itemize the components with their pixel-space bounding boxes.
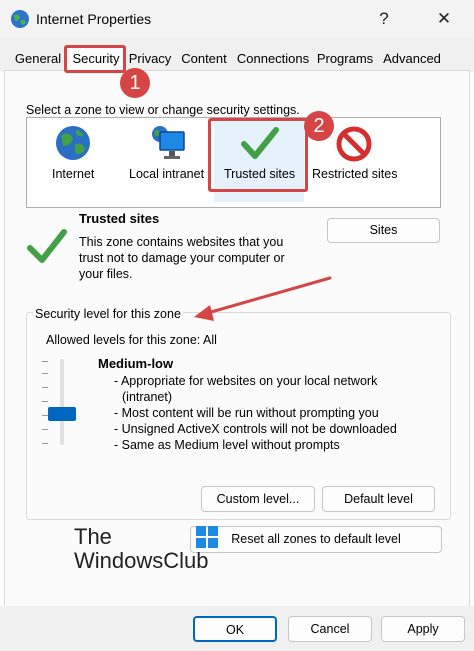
- slider-thumb[interactable]: [48, 407, 76, 422]
- zone-restricted-sites-label: Restricted sites: [312, 167, 398, 181]
- slider-tick: [42, 429, 48, 430]
- security-level-name: Medium-low: [98, 356, 174, 371]
- slider-tick: [42, 387, 48, 388]
- annotation-step-1: 1: [120, 68, 150, 98]
- annotation-arrow: [194, 276, 332, 321]
- slider-tick: [42, 401, 48, 402]
- tab-content[interactable]: Content: [178, 48, 230, 70]
- security-level-slider[interactable]: [36, 357, 88, 449]
- tab-programs[interactable]: Programs: [314, 48, 376, 70]
- help-button[interactable]: ?: [364, 4, 404, 34]
- internet-globe-icon: [10, 9, 30, 29]
- security-desc-line: - Most content will be run without promp…: [114, 406, 379, 420]
- globe-icon: [54, 124, 92, 165]
- reset-all-zones-button[interactable]: Reset all zones to default level: [190, 526, 442, 553]
- zone-local-intranet-label: Local intranet: [129, 167, 205, 181]
- security-desc-line: - Appropriate for websites on your local…: [114, 374, 378, 388]
- apply-button[interactable]: Apply: [381, 616, 465, 642]
- allowed-levels-label: Allowed levels for this zone: All: [46, 333, 217, 347]
- watermark-line: WindowsClub: [74, 548, 209, 573]
- security-desc-line: - Unsigned ActiveX controls will not be …: [114, 422, 397, 436]
- zone-desc-line: This zone contains websites that you: [79, 235, 284, 249]
- slider-tick: [42, 443, 48, 444]
- tab-advanced[interactable]: Advanced: [380, 48, 444, 70]
- close-button[interactable]: ✕: [424, 4, 464, 34]
- restricted-icon: [336, 126, 372, 165]
- slider-track: [60, 359, 64, 445]
- annotation-step-2: 2: [304, 111, 334, 141]
- annotation-highlight-security-tab: [64, 45, 126, 73]
- zone-prompt: Select a zone to view or change security…: [26, 103, 300, 117]
- security-desc-line: - Same as Medium level without prompts: [114, 438, 340, 452]
- windows-logo-icon: [196, 526, 218, 548]
- annotation-highlight-trusted-sites: [208, 118, 308, 192]
- cancel-button[interactable]: Cancel: [288, 616, 372, 642]
- watermark-line: The: [74, 524, 112, 549]
- zone-desc-line: trust not to damage your computer or: [79, 251, 285, 265]
- zone-checkmark-icon: [26, 226, 68, 269]
- tab-connections[interactable]: Connections: [234, 48, 312, 70]
- zone-internet-label: Internet: [52, 167, 95, 181]
- tab-general[interactable]: General: [14, 48, 62, 70]
- watermark-text: The WindowsClub: [74, 525, 209, 573]
- ok-button[interactable]: OK: [193, 616, 277, 642]
- slider-tick: [42, 361, 48, 362]
- security-group-label: Security level for this zone: [33, 307, 183, 321]
- security-desc-line: (intranet): [122, 390, 173, 404]
- default-level-button[interactable]: Default level: [322, 486, 435, 512]
- monitor-icon: [148, 124, 188, 167]
- sites-button[interactable]: Sites: [327, 218, 440, 243]
- window-title: Internet Properties: [36, 11, 152, 27]
- zone-title: Trusted sites: [79, 211, 160, 226]
- tab-privacy[interactable]: Privacy: [126, 48, 174, 70]
- slider-tick: [42, 373, 48, 374]
- custom-level-button[interactable]: Custom level...: [201, 486, 315, 512]
